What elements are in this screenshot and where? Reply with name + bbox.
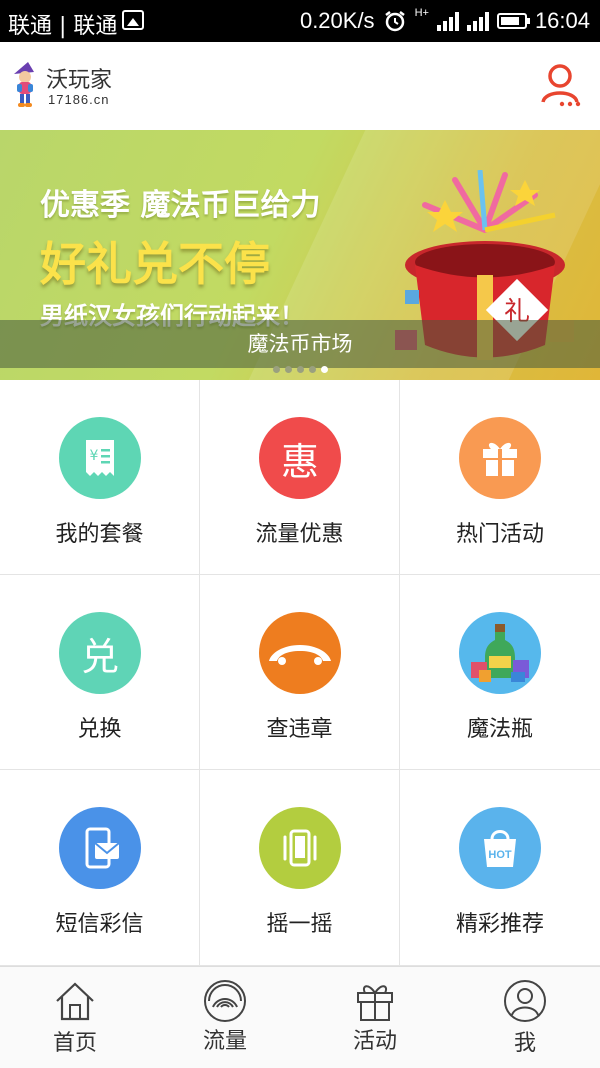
banner-caption: 魔法币市场: [0, 320, 600, 368]
bottom-nav: 首页 流量 活动 我: [0, 966, 600, 1068]
svg-text:¥: ¥: [90, 448, 99, 464]
tab-label: 我: [513, 1031, 536, 1056]
tab-traffic[interactable]: 流量: [150, 967, 300, 1068]
feature-grid: ¥ 我的套餐 惠 流量优惠 热门活动 兑 兑换 查违章 魔法瓶 短信彩信 摇一摇…: [0, 380, 600, 966]
grid-item-recommended[interactable]: HOT 精彩推荐: [400, 770, 600, 966]
banner-headline: 优惠季 魔法币巨给力: [40, 188, 321, 223]
status-bar: 联通 | 联通 0.20K/s H+ 16:04: [0, 0, 600, 42]
home-icon: [56, 982, 94, 1021]
grid-item-label: 短信彩信: [55, 912, 144, 937]
gift-icon: [459, 417, 541, 499]
signal-icon: [436, 11, 459, 31]
grid-item-magic-bottle[interactable]: 魔法瓶: [400, 575, 600, 770]
app-header: 沃玩家 17186.cn: [0, 42, 600, 131]
dui-icon: 兑: [59, 612, 141, 694]
app-name: 沃玩家: [46, 68, 113, 93]
carousel-indicator: [0, 366, 600, 373]
sms-phone-icon: [59, 807, 141, 889]
hui-icon: 惠: [259, 417, 341, 499]
carousel-dot[interactable]: [308, 366, 316, 373]
shake-phone-icon: [259, 807, 341, 889]
image-notification-icon: [122, 10, 144, 30]
gift-icon: [357, 985, 393, 1021]
hot-bag-icon: HOT: [459, 807, 541, 889]
carrier-text: 联通 | 联通: [8, 14, 118, 39]
svg-text:HOT: HOT: [488, 849, 512, 861]
site-url: 17186.cn: [48, 92, 110, 107]
tab-events[interactable]: 活动: [300, 967, 450, 1068]
grid-item-label: 流量优惠: [255, 522, 344, 547]
carousel-dot-active[interactable]: [320, 366, 328, 373]
grid-item-label: 我的套餐: [55, 522, 144, 547]
mascot-logo-icon: [14, 62, 34, 107]
tab-label: 活动: [352, 1029, 397, 1054]
grid-item-my-plan[interactable]: ¥ 我的套餐: [0, 380, 200, 575]
user-icon: [504, 980, 546, 1022]
tab-home[interactable]: 首页: [0, 967, 150, 1068]
network-type: H+: [414, 7, 429, 19]
carousel-dot[interactable]: [296, 366, 304, 373]
car-icon: [259, 612, 341, 694]
grid-item-traffic-violation[interactable]: 查违章: [200, 575, 400, 770]
tab-label: 首页: [52, 1031, 97, 1056]
grid-item-sms-mms[interactable]: 短信彩信: [0, 770, 200, 966]
traffic-icon: [204, 980, 246, 1022]
alarm-icon: [384, 11, 405, 32]
user-center-button[interactable]: [540, 62, 584, 108]
magic-bottle-icon: [459, 612, 541, 694]
grid-item-label: 精彩推荐: [455, 912, 544, 937]
grid-item-shake[interactable]: 摇一摇: [200, 770, 400, 966]
banner-title: 好礼兑不停: [40, 237, 270, 291]
grid-item-label: 兑换: [77, 717, 122, 742]
tab-me[interactable]: 我: [450, 967, 600, 1068]
grid-item-label: 魔法瓶: [466, 717, 533, 742]
grid-item-label: 摇一摇: [266, 912, 333, 937]
grid-item-traffic-deals[interactable]: 惠 流量优惠: [200, 380, 400, 575]
clock: 16:04: [534, 8, 590, 33]
grid-item-label: 热门活动: [455, 522, 544, 547]
grid-item-exchange[interactable]: 兑 兑换: [0, 575, 200, 770]
grid-item-hot-events[interactable]: 热门活动: [400, 380, 600, 575]
bill-icon: ¥: [59, 417, 141, 499]
carousel-dot[interactable]: [284, 366, 292, 373]
signal-icon-2: [466, 11, 489, 31]
tab-label: 流量: [202, 1029, 247, 1054]
promo-banner[interactable]: 优惠季 魔法币巨给力 好礼兑不停 男纸汉女孩们行动起来！ 礼 魔法币市场: [0, 130, 600, 380]
network-speed: 0.20K/s: [299, 8, 375, 33]
battery-icon: [496, 13, 530, 29]
carousel-dot[interactable]: [272, 366, 280, 373]
grid-item-label: 查违章: [266, 717, 333, 742]
